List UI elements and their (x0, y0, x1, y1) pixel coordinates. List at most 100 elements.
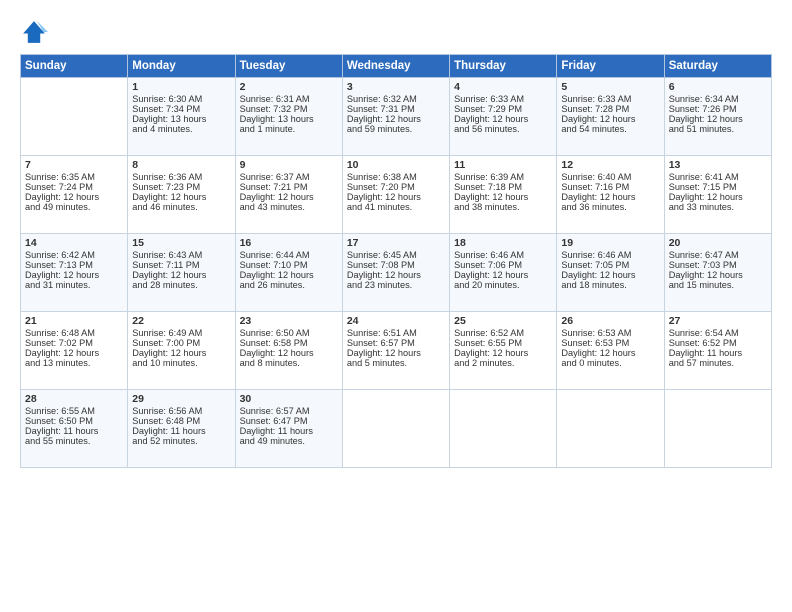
day-number: 25 (454, 315, 552, 327)
day-info: and 0 minutes. (561, 358, 659, 368)
logo (20, 18, 52, 46)
day-info: Sunrise: 6:33 AM (454, 94, 552, 104)
day-cell: 14Sunrise: 6:42 AMSunset: 7:13 PMDayligh… (21, 234, 128, 312)
day-cell: 8Sunrise: 6:36 AMSunset: 7:23 PMDaylight… (128, 156, 235, 234)
day-info: Daylight: 12 hours (454, 348, 552, 358)
day-info: Sunrise: 6:30 AM (132, 94, 230, 104)
day-cell: 11Sunrise: 6:39 AMSunset: 7:18 PMDayligh… (450, 156, 557, 234)
column-header-sunday: Sunday (21, 55, 128, 78)
day-number: 26 (561, 315, 659, 327)
day-info: and 4 minutes. (132, 124, 230, 134)
day-number: 23 (240, 315, 338, 327)
day-number: 18 (454, 237, 552, 249)
day-info: Sunset: 6:47 PM (240, 416, 338, 426)
day-info: and 23 minutes. (347, 280, 445, 290)
calendar-body: 1Sunrise: 6:30 AMSunset: 7:34 PM Daylight… (21, 78, 772, 468)
day-info: Sunrise: 6:54 AM (669, 328, 767, 338)
day-cell: 26Sunrise: 6:53 AMSunset: 6:53 PMDayligh… (557, 312, 664, 390)
day-number: 1 (132, 81, 230, 93)
day-number: 19 (561, 237, 659, 249)
day-info: Daylight: 12 hours (240, 348, 338, 358)
day-cell (450, 390, 557, 468)
day-info: Daylight: 11 hours (669, 348, 767, 358)
day-info: Sunset: 7:28 PM (561, 104, 659, 114)
page: SundayMondayTuesdayWednesdayThursdayFrid… (0, 0, 792, 612)
day-info: Daylight: 12 hours (347, 348, 445, 358)
day-info: and 28 minutes. (132, 280, 230, 290)
day-number: 15 (132, 237, 230, 249)
day-info: and 43 minutes. (240, 202, 338, 212)
day-info: Sunset: 7:11 PM (132, 260, 230, 270)
day-number: 9 (240, 159, 338, 171)
day-info: Daylight: 12 hours (454, 114, 552, 124)
day-info: Sunrise: 6:49 AM (132, 328, 230, 338)
day-info: and 26 minutes. (240, 280, 338, 290)
column-header-thursday: Thursday (450, 55, 557, 78)
day-info: Daylight: 12 hours (561, 348, 659, 358)
day-cell: 4Sunrise: 6:33 AMSunset: 7:29 PMDaylight… (450, 78, 557, 156)
day-info: and 31 minutes. (25, 280, 123, 290)
day-info: Daylight: 12 hours (25, 270, 123, 280)
day-cell: 5Sunrise: 6:33 AMSunset: 7:28 PMDaylight… (557, 78, 664, 156)
day-cell: 30Sunrise: 6:57 AMSunset: 6:47 PMDayligh… (235, 390, 342, 468)
day-number: 5 (561, 81, 659, 93)
day-info: Daylight: 12 hours (240, 192, 338, 202)
day-number: 3 (347, 81, 445, 93)
day-info: and 51 minutes. (669, 124, 767, 134)
day-info: Sunrise: 6:43 AM (132, 250, 230, 260)
day-info: Daylight: 12 hours (669, 270, 767, 280)
day-info: and 2 minutes. (454, 358, 552, 368)
day-number: 30 (240, 393, 338, 405)
day-info: Sunrise: 6:57 AM (240, 406, 338, 416)
day-info: and 49 minutes. (25, 202, 123, 212)
day-info: Daylight: 11 hours (240, 426, 338, 436)
day-info: Daylight: 12 hours (454, 192, 552, 202)
day-number: 2 (240, 81, 338, 93)
day-info: and 36 minutes. (561, 202, 659, 212)
day-info: Sunset: 7:18 PM (454, 182, 552, 192)
day-info: Daylight: 12 hours (561, 270, 659, 280)
day-cell: 16Sunrise: 6:44 AMSunset: 7:10 PMDayligh… (235, 234, 342, 312)
day-cell: 23Sunrise: 6:50 AMSunset: 6:58 PMDayligh… (235, 312, 342, 390)
day-info: and 5 minutes. (347, 358, 445, 368)
day-info: Sunset: 7:34 PM (132, 104, 230, 114)
day-info: Sunset: 7:16 PM (561, 182, 659, 192)
day-info: and 55 minutes. (25, 436, 123, 446)
week-row-1: 1Sunrise: 6:30 AMSunset: 7:34 PM Daylight… (21, 78, 772, 156)
column-header-saturday: Saturday (664, 55, 771, 78)
day-cell: 27Sunrise: 6:54 AMSunset: 6:52 PMDayligh… (664, 312, 771, 390)
day-info: and 52 minutes. (132, 436, 230, 446)
day-info: Sunrise: 6:45 AM (347, 250, 445, 260)
day-cell: 10Sunrise: 6:38 AMSunset: 7:20 PMDayligh… (342, 156, 449, 234)
day-info: Daylight: 12 hours (132, 270, 230, 280)
day-info: Sunrise: 6:35 AM (25, 172, 123, 182)
day-info: Daylight: 12 hours (132, 192, 230, 202)
day-cell: 12Sunrise: 6:40 AMSunset: 7:16 PMDayligh… (557, 156, 664, 234)
day-number: 29 (132, 393, 230, 405)
day-cell: 1Sunrise: 6:30 AMSunset: 7:34 PMDaylight… (128, 78, 235, 156)
day-info: Sunrise: 6:36 AM (132, 172, 230, 182)
day-cell (557, 390, 664, 468)
day-info: Daylight: 12 hours (25, 348, 123, 358)
day-cell: 20Sunrise: 6:47 AMSunset: 7:03 PMDayligh… (664, 234, 771, 312)
day-info: Sunset: 7:20 PM (347, 182, 445, 192)
day-info: Sunrise: 6:53 AM (561, 328, 659, 338)
day-info: Sunrise: 6:44 AM (240, 250, 338, 260)
week-row-5: 28Sunrise: 6:55 AMSunset: 6:50 PMDayligh… (21, 390, 772, 468)
day-info: Sunset: 7:21 PM (240, 182, 338, 192)
day-cell: 29Sunrise: 6:56 AMSunset: 6:48 PMDayligh… (128, 390, 235, 468)
column-header-wednesday: Wednesday (342, 55, 449, 78)
day-info: Sunset: 7:05 PM (561, 260, 659, 270)
column-header-monday: Monday (128, 55, 235, 78)
day-info: and 54 minutes. (561, 124, 659, 134)
day-cell: 28Sunrise: 6:55 AMSunset: 6:50 PMDayligh… (21, 390, 128, 468)
day-info: Sunset: 7:06 PM (454, 260, 552, 270)
day-info: Sunset: 6:52 PM (669, 338, 767, 348)
day-info: Sunset: 7:08 PM (347, 260, 445, 270)
day-info: Sunrise: 6:33 AM (561, 94, 659, 104)
day-cell: 22Sunrise: 6:49 AMSunset: 7:00 PMDayligh… (128, 312, 235, 390)
day-cell: 21Sunrise: 6:48 AMSunset: 7:02 PMDayligh… (21, 312, 128, 390)
day-info: Sunset: 6:58 PM (240, 338, 338, 348)
day-number: 20 (669, 237, 767, 249)
day-number: 8 (132, 159, 230, 171)
